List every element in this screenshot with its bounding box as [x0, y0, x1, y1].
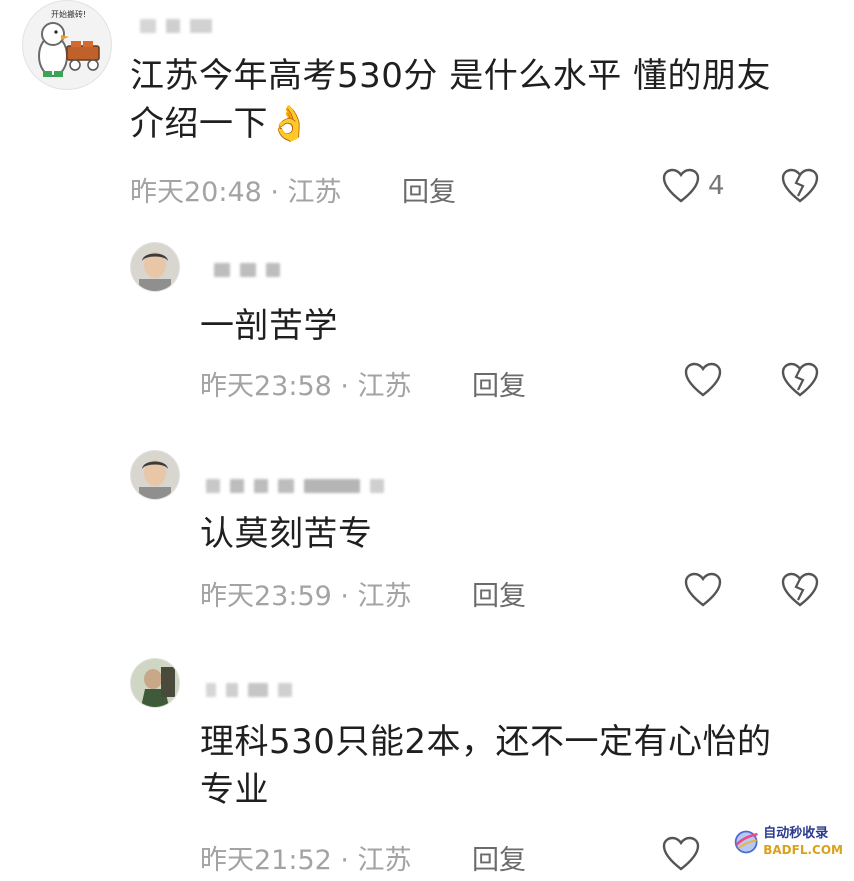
like-button[interactable]	[684, 362, 722, 398]
heart-icon	[662, 836, 700, 871]
heart-icon	[684, 572, 722, 607]
person-photo-icon	[131, 659, 179, 707]
like-count: 4	[708, 171, 725, 201]
broken-heart-icon	[781, 362, 819, 397]
like-button[interactable]: 4	[662, 168, 725, 204]
comment-meta: 昨天23:59 · 江苏	[200, 581, 412, 612]
broken-heart-icon	[781, 572, 819, 607]
avatar[interactable]	[130, 658, 180, 708]
watermark-en: BADFL.COM	[763, 843, 843, 857]
comment-main: 开始搬砖! 江苏今年高考530分 是什么水平 懂的朋友 介绍一下👌 昨天20:4…	[0, 0, 854, 220]
reply-button[interactable]: 回复	[472, 574, 526, 613]
heart-icon	[684, 362, 722, 397]
username-blurred[interactable]	[140, 18, 222, 33]
ok-hand-emoji-icon: 👌	[268, 104, 311, 144]
globe-logo-icon	[734, 830, 758, 854]
reply-button[interactable]: 回复	[472, 364, 526, 403]
person-photo-icon	[131, 243, 179, 291]
broken-heart-icon	[781, 168, 819, 203]
reply-comment: 理科530只能2本，还不一定有心怡的 专业 昨天21:52 · 江苏 回复	[0, 652, 854, 881]
avatar[interactable]	[130, 242, 180, 292]
dislike-button[interactable]	[781, 572, 819, 612]
comment-text: 一剖苦学	[200, 306, 338, 346]
watermark-cn: 自动秒收录	[763, 826, 829, 841]
person-photo-icon	[131, 451, 179, 499]
username-blurred[interactable]	[214, 262, 290, 277]
comment-text: 理科530只能2本，还不一定有心怡的 专业	[200, 722, 772, 810]
comment-meta: 昨天21:52 · 江苏	[200, 845, 412, 876]
heart-icon	[662, 168, 700, 203]
reply-comment: 认莫刻苦专 昨天23:59 · 江苏 回复	[0, 444, 854, 624]
site-watermark: 自动秒收录 BADFL.COM	[733, 820, 843, 864]
comment-meta: 昨天23:58 · 江苏	[200, 371, 412, 402]
avatar-caption: 开始搬砖!	[51, 10, 87, 19]
reply-button[interactable]: 回复	[402, 170, 456, 209]
dislike-button[interactable]	[781, 362, 819, 402]
avatar[interactable]: 开始搬砖!	[22, 0, 112, 90]
username-blurred[interactable]	[206, 478, 394, 493]
reply-button[interactable]: 回复	[472, 838, 526, 877]
like-button[interactable]	[662, 836, 700, 872]
username-blurred[interactable]	[206, 682, 302, 697]
comment-text: 江苏今年高考530分 是什么水平 懂的朋友 介绍一下👌	[130, 56, 772, 144]
comment-text: 认莫刻苦专	[200, 514, 373, 554]
dislike-button[interactable]	[781, 168, 819, 208]
comment-meta: 昨天20:48 · 江苏	[130, 177, 342, 208]
like-button[interactable]	[684, 572, 722, 608]
reply-comment: 一剖苦学 昨天23:58 · 江苏 回复	[0, 236, 854, 416]
avatar[interactable]	[130, 450, 180, 500]
